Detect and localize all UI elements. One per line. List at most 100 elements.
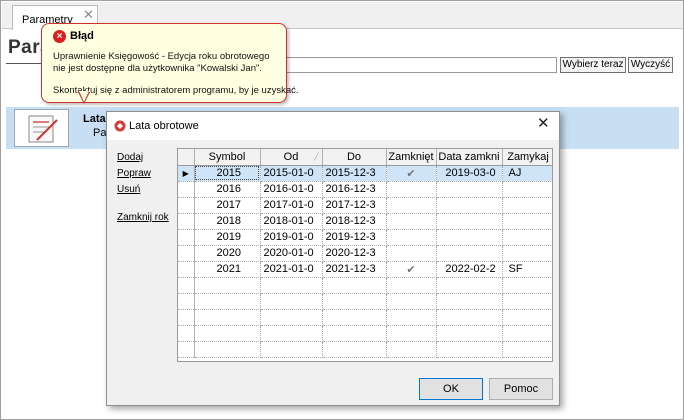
close-icon[interactable]: ✕ — [537, 116, 550, 132]
column-header-do[interactable]: Do — [322, 149, 387, 166]
clear-button[interactable]: Wyczyść — [628, 57, 673, 73]
cell-data-zamkniecia[interactable] — [436, 325, 503, 342]
column-header-data-zamkniecia[interactable]: Data zamkni — [436, 149, 503, 166]
cell-od[interactable]: 2018-01-0 — [260, 213, 323, 230]
cell-do[interactable] — [322, 325, 387, 342]
cell-do[interactable]: 2015-12-3 — [322, 165, 387, 182]
cell-symbol[interactable] — [194, 277, 261, 294]
cell-zamykajacy[interactable] — [502, 181, 552, 198]
cell-symbol[interactable]: 2015 — [194, 165, 261, 182]
empty-table-row[interactable] — [178, 341, 552, 358]
cell-od[interactable]: 2021-01-0 — [260, 261, 323, 278]
table-row[interactable]: 2017 2017-01-0 2017-12-3 — [178, 197, 552, 214]
cell-do[interactable]: 2021-12-3 — [322, 261, 387, 278]
table-row[interactable]: 2020 2020-01-0 2020-12-3 — [178, 245, 552, 262]
cell-od[interactable]: 2019-01-0 — [260, 229, 323, 246]
cell-zamykajacy[interactable] — [502, 229, 552, 246]
cell-zamkniety[interactable] — [386, 293, 437, 310]
cell-symbol[interactable]: 2016 — [194, 181, 261, 198]
fiscal-years-grid[interactable]: Symbol Od ╱ Do Zamknięt Data zamkni Zamyk… — [177, 148, 553, 362]
cell-symbol[interactable]: 2021 — [194, 261, 261, 278]
cell-zamkniety[interactable] — [386, 181, 437, 198]
cell-zamykajacy[interactable]: AJ — [502, 165, 552, 182]
cell-zamkniety[interactable] — [386, 325, 437, 342]
cell-od[interactable] — [260, 325, 323, 342]
cell-do[interactable]: 2019-12-3 — [322, 229, 387, 246]
cell-symbol[interactable] — [194, 293, 261, 310]
choose-now-button[interactable]: Wybierz teraz — [560, 57, 626, 73]
table-row[interactable]: ▶ 2015 2015-01-0 2015-12-3 ✔ 2019-03-0 AJ — [178, 165, 552, 182]
help-button[interactable]: Pomoc — [489, 378, 553, 400]
column-header-od[interactable]: Od ╱ — [260, 149, 323, 166]
selection-input[interactable] — [281, 57, 557, 73]
cell-symbol[interactable] — [194, 309, 261, 326]
cell-data-zamkniecia[interactable] — [436, 341, 503, 358]
cell-zamykajacy[interactable]: SF — [502, 261, 552, 278]
tab-close-icon[interactable]: ✕ — [83, 8, 94, 21]
cell-do[interactable] — [322, 277, 387, 294]
cell-do[interactable]: 2018-12-3 — [322, 213, 387, 230]
cell-zamkniety[interactable] — [386, 197, 437, 214]
empty-table-row[interactable] — [178, 309, 552, 326]
delete-link[interactable]: Usuń — [117, 184, 140, 195]
cell-zamykajacy[interactable] — [502, 277, 552, 294]
cell-zamykajacy[interactable] — [502, 213, 552, 230]
cell-zamkniety[interactable] — [386, 309, 437, 326]
cell-zamykajacy[interactable] — [502, 325, 552, 342]
cell-od[interactable]: 2016-01-0 — [260, 181, 323, 198]
cell-do[interactable]: 2016-12-3 — [322, 181, 387, 198]
cell-zamkniety[interactable] — [386, 213, 437, 230]
cell-symbol[interactable]: 2018 — [194, 213, 261, 230]
cell-data-zamkniecia[interactable] — [436, 293, 503, 310]
cell-zamkniety[interactable] — [386, 277, 437, 294]
empty-table-row[interactable] — [178, 277, 552, 294]
cell-zamkniety[interactable] — [386, 245, 437, 262]
table-row[interactable]: 2016 2016-01-0 2016-12-3 — [178, 181, 552, 198]
cell-zamykajacy[interactable] — [502, 293, 552, 310]
cell-data-zamkniecia[interactable] — [436, 229, 503, 246]
cell-data-zamkniecia[interactable] — [436, 245, 503, 262]
cell-symbol[interactable]: 2017 — [194, 197, 261, 214]
cell-od[interactable] — [260, 341, 323, 358]
column-header-zamkniety[interactable]: Zamknięt — [386, 149, 437, 166]
cell-zamykajacy[interactable] — [502, 341, 552, 358]
empty-table-row[interactable] — [178, 325, 552, 342]
dialog-titlebar[interactable]: Lata obrotowe ✕ — [107, 112, 559, 140]
edit-link[interactable]: Popraw — [117, 168, 151, 179]
cell-symbol[interactable]: 2020 — [194, 245, 261, 262]
cell-od[interactable] — [260, 293, 323, 310]
cell-do[interactable] — [322, 293, 387, 310]
cell-data-zamkniecia[interactable] — [436, 309, 503, 326]
cell-symbol[interactable] — [194, 325, 261, 342]
cell-zamykajacy[interactable] — [502, 309, 552, 326]
cell-do[interactable]: 2020-12-3 — [322, 245, 387, 262]
cell-zamkniety[interactable]: ✔ — [386, 261, 437, 278]
cell-od[interactable] — [260, 309, 323, 326]
empty-table-row[interactable] — [178, 293, 552, 310]
cell-zamkniety[interactable]: ✔ — [386, 165, 437, 182]
cell-data-zamkniecia[interactable]: 2019-03-0 — [436, 165, 503, 182]
cell-data-zamkniecia[interactable] — [436, 277, 503, 294]
cell-od[interactable]: 2020-01-0 — [260, 245, 323, 262]
cell-od[interactable]: 2017-01-0 — [260, 197, 323, 214]
table-row[interactable]: 2019 2019-01-0 2019-12-3 — [178, 229, 552, 246]
cell-do[interactable]: 2017-12-3 — [322, 197, 387, 214]
cell-zamykajacy[interactable] — [502, 197, 552, 214]
cell-symbol[interactable] — [194, 341, 261, 358]
table-row[interactable]: 2018 2018-01-0 2018-12-3 — [178, 213, 552, 230]
cell-do[interactable] — [322, 309, 387, 326]
cell-symbol[interactable]: 2019 — [194, 229, 261, 246]
column-header-zamykajacy[interactable]: Zamykaj — [502, 149, 552, 166]
cell-zamkniety[interactable] — [386, 229, 437, 246]
cell-data-zamkniecia[interactable] — [436, 197, 503, 214]
table-row[interactable]: 2021 2021-01-0 2021-12-3 ✔ 2022-02-2 SF — [178, 261, 552, 278]
cell-od[interactable] — [260, 277, 323, 294]
cell-od[interactable]: 2015-01-0 — [260, 165, 323, 182]
ok-button[interactable]: OK — [419, 378, 483, 400]
add-link[interactable]: Dodaj — [117, 152, 143, 163]
cell-zamkniety[interactable] — [386, 341, 437, 358]
cell-data-zamkniecia[interactable] — [436, 213, 503, 230]
column-header-symbol[interactable]: Symbol — [194, 149, 261, 166]
cell-data-zamkniecia[interactable] — [436, 181, 503, 198]
cell-data-zamkniecia[interactable]: 2022-02-2 — [436, 261, 503, 278]
